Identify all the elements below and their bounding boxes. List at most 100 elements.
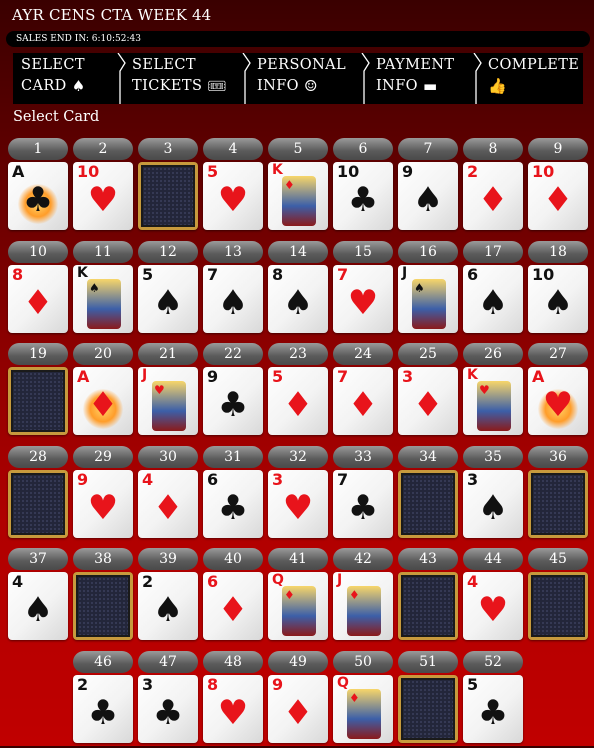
card-slot-50[interactable]: 50 Q ♦ (333, 651, 393, 748)
card-slot-22[interactable]: 22 9 ♣ (203, 343, 263, 440)
card-slot-30[interactable]: 30 4 ♦ (138, 446, 198, 543)
card-slot-14[interactable]: 14 8 ♠ (268, 241, 328, 338)
playing-card[interactable]: 10 ♥ (73, 162, 133, 230)
playing-card[interactable]: 8 ♦ (8, 265, 68, 333)
card-slot-2[interactable]: 2 10 ♥ (73, 138, 133, 235)
card-slot-39[interactable]: 39 2 ♠ (138, 548, 198, 645)
card-slot-40[interactable]: 40 6 ♦ (203, 548, 263, 645)
card-slot-4[interactable]: 4 5 ♥ (203, 138, 263, 235)
card-slot-46[interactable]: 46 2 ♣ (73, 651, 133, 748)
card-number-badge: 40 (203, 548, 263, 570)
step-payment-info[interactable]: PAYMENT INFO ▬ (368, 53, 482, 104)
card-slot-35[interactable]: 35 3 ♠ (463, 446, 523, 543)
playing-card[interactable]: 3 ♠ (463, 470, 523, 538)
playing-card[interactable]: K ♠ (73, 265, 133, 333)
card-slot-15[interactable]: 15 7 ♥ (333, 241, 393, 338)
playing-card[interactable]: 4 ♥ (463, 572, 523, 640)
card-slot-41[interactable]: 41 Q ♦ (268, 548, 328, 645)
playing-card[interactable]: 5 ♦ (268, 367, 328, 435)
playing-card[interactable]: 6 ♣ (203, 470, 263, 538)
card-rank: 10 (337, 162, 360, 181)
card-rank: 4 (12, 572, 24, 591)
playing-card[interactable]: 2 ♦ (463, 162, 523, 230)
playing-card[interactable]: 3 ♥ (268, 470, 328, 538)
playing-card[interactable]: A ♣ (8, 162, 68, 230)
playing-card[interactable]: J ♦ (333, 572, 393, 640)
step-select-card[interactable]: SELECT CARD ♠ (13, 53, 126, 104)
playing-card[interactable]: 7 ♥ (333, 265, 393, 333)
playing-card[interactable]: Q ♦ (268, 572, 328, 640)
card-slot-25[interactable]: 25 3 ♦ (398, 343, 458, 440)
playing-card[interactable]: 9 ♦ (268, 675, 328, 743)
step-personal-info[interactable]: PERSONAL INFO ☺ (249, 53, 370, 104)
playing-card[interactable]: 5 ♥ (203, 162, 263, 230)
card-slot-44[interactable]: 44 4 ♥ (463, 548, 523, 645)
card-slot-18[interactable]: 18 10 ♠ (528, 241, 588, 338)
playing-card[interactable]: A ♦ (73, 367, 133, 435)
playing-card[interactable]: 6 ♠ (463, 265, 523, 333)
playing-card[interactable]: 3 ♦ (398, 367, 458, 435)
playing-card[interactable]: 9 ♥ (73, 470, 133, 538)
playing-card[interactable]: 2 ♣ (73, 675, 133, 743)
card-slot-8[interactable]: 8 2 ♦ (463, 138, 523, 235)
card-slot-48[interactable]: 48 8 ♥ (203, 651, 263, 748)
card-slot-11[interactable]: 11 K ♠ (73, 241, 133, 338)
playing-card[interactable]: 10 ♦ (528, 162, 588, 230)
playing-card[interactable]: 3 ♣ (138, 675, 198, 743)
playing-card[interactable]: A ♥ (528, 367, 588, 435)
playing-card[interactable]: K ♥ (463, 367, 523, 435)
playing-card[interactable]: 4 ♦ (138, 470, 198, 538)
step-label-line1: PAYMENT (376, 57, 455, 73)
playing-card[interactable]: K ♦ (268, 162, 328, 230)
card-slot-49[interactable]: 49 9 ♦ (268, 651, 328, 748)
card-slot-37[interactable]: 37 4 ♠ (8, 548, 68, 645)
playing-card[interactable]: 10 ♣ (333, 162, 393, 230)
card-slot-47[interactable]: 47 3 ♣ (138, 651, 198, 748)
card-slot-24[interactable]: 24 7 ♦ (333, 343, 393, 440)
card-number-badge: 26 (463, 343, 523, 365)
card-slot-23[interactable]: 23 5 ♦ (268, 343, 328, 440)
spades-icon: ♠ (152, 590, 184, 630)
playing-card[interactable]: J ♥ (138, 367, 198, 435)
step-select-tickets[interactable]: SELECT TICKETS 🎟 (124, 53, 251, 104)
playing-card[interactable]: 4 ♠ (8, 572, 68, 640)
card-slot-31[interactable]: 31 6 ♣ (203, 446, 263, 543)
step-complete[interactable]: COMPLETE 👍 (480, 53, 583, 104)
card-slot-1[interactable]: 1 A ♣ (8, 138, 68, 235)
playing-card[interactable]: 9 ♠ (398, 162, 458, 230)
playing-card[interactable]: 10 ♠ (528, 265, 588, 333)
clubs-icon: ♣ (347, 488, 379, 528)
card-slot-20[interactable]: 20 A ♦ (73, 343, 133, 440)
card-slot-7[interactable]: 7 9 ♠ (398, 138, 458, 235)
playing-card[interactable]: 8 ♥ (203, 675, 263, 743)
playing-card[interactable]: J ♠ (398, 265, 458, 333)
card-slot-27[interactable]: 27 A ♥ (528, 343, 588, 440)
card-slot-17[interactable]: 17 6 ♠ (463, 241, 523, 338)
card-slot-42[interactable]: 42 J ♦ (333, 548, 393, 645)
card-slot-9[interactable]: 9 10 ♦ (528, 138, 588, 235)
playing-card[interactable]: 7 ♦ (333, 367, 393, 435)
playing-card[interactable]: 7 ♣ (333, 470, 393, 538)
playing-card[interactable]: 5 ♣ (463, 675, 523, 743)
card-rank: Q (272, 572, 284, 588)
card-slot-21[interactable]: 21 J ♥ (138, 343, 198, 440)
playing-card[interactable]: 6 ♦ (203, 572, 263, 640)
playing-card[interactable]: Q ♦ (333, 675, 393, 743)
playing-card[interactable]: 8 ♠ (268, 265, 328, 333)
card-slot-32[interactable]: 32 3 ♥ (268, 446, 328, 543)
card-slot-16[interactable]: 16 J ♠ (398, 241, 458, 338)
card-slot-26[interactable]: 26 K ♥ (463, 343, 523, 440)
playing-card[interactable]: 2 ♠ (138, 572, 198, 640)
playing-card[interactable]: 9 ♣ (203, 367, 263, 435)
card-slot-13[interactable]: 13 7 ♠ (203, 241, 263, 338)
playing-card[interactable]: 5 ♠ (138, 265, 198, 333)
card-slot-52[interactable]: 52 5 ♣ (463, 651, 523, 748)
card-slot-5[interactable]: 5 K ♦ (268, 138, 328, 235)
card-back-pattern (531, 473, 585, 535)
card-slot-6[interactable]: 6 10 ♣ (333, 138, 393, 235)
card-slot-29[interactable]: 29 9 ♥ (73, 446, 133, 543)
card-slot-12[interactable]: 12 5 ♠ (138, 241, 198, 338)
card-slot-33[interactable]: 33 7 ♣ (333, 446, 393, 543)
card-slot-10[interactable]: 10 8 ♦ (8, 241, 68, 338)
playing-card[interactable]: 7 ♠ (203, 265, 263, 333)
